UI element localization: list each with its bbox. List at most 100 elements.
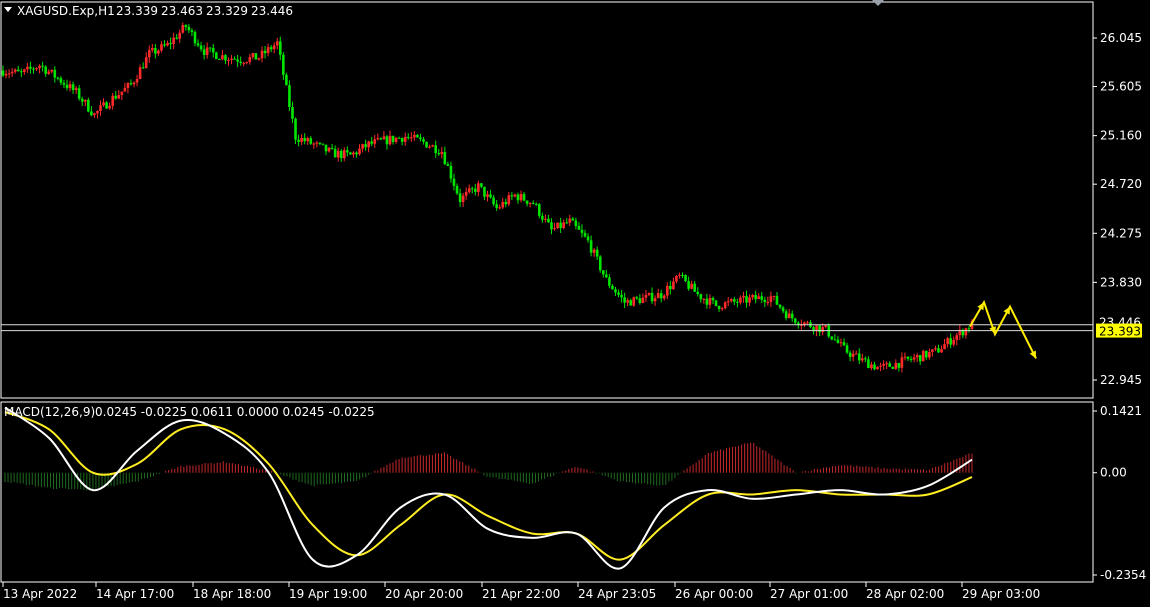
candle[interactable]: [586, 233, 590, 243]
candle[interactable]: [894, 359, 898, 370]
candle[interactable]: [251, 52, 255, 60]
candle[interactable]: [272, 42, 276, 54]
candle[interactable]: [952, 336, 956, 347]
candle[interactable]: [921, 349, 925, 362]
candle[interactable]: [650, 287, 654, 304]
candle[interactable]: [53, 66, 57, 83]
candle[interactable]: [35, 67, 38, 71]
candle[interactable]: [245, 61, 249, 65]
candle[interactable]: [531, 200, 535, 205]
candle[interactable]: [583, 229, 587, 238]
candle[interactable]: [940, 345, 943, 353]
candle[interactable]: [608, 273, 611, 289]
candle[interactable]: [882, 360, 885, 370]
candle[interactable]: [565, 218, 569, 224]
candle[interactable]: [778, 304, 782, 310]
candle[interactable]: [879, 362, 882, 372]
candle[interactable]: [924, 350, 928, 360]
candle[interactable]: [13, 68, 17, 74]
candle[interactable]: [571, 216, 575, 221]
candle[interactable]: [464, 187, 468, 200]
candle[interactable]: [736, 298, 739, 308]
candle[interactable]: [422, 136, 425, 145]
candle[interactable]: [467, 184, 471, 194]
candle[interactable]: [187, 23, 191, 34]
candle[interactable]: [56, 76, 60, 81]
candle[interactable]: [38, 64, 41, 74]
candle[interactable]: [178, 29, 182, 44]
candle[interactable]: [739, 295, 742, 305]
candle[interactable]: [961, 328, 965, 339]
candle[interactable]: [263, 45, 267, 59]
candle[interactable]: [824, 325, 828, 329]
candle[interactable]: [912, 353, 916, 363]
candle[interactable]: [291, 101, 294, 124]
candle[interactable]: [513, 193, 517, 198]
candle[interactable]: [787, 309, 791, 319]
candle[interactable]: [336, 147, 340, 162]
candle[interactable]: [352, 151, 355, 158]
candle[interactable]: [492, 194, 495, 207]
candle[interactable]: [781, 305, 785, 314]
candle[interactable]: [349, 151, 352, 155]
candle[interactable]: [431, 144, 434, 147]
candle[interactable]: [605, 269, 608, 278]
candle[interactable]: [397, 136, 401, 139]
candle[interactable]: [233, 56, 236, 60]
candle[interactable]: [943, 338, 946, 350]
macd-signal-line[interactable]: [4, 410, 973, 561]
candle[interactable]: [669, 280, 672, 295]
candle[interactable]: [41, 61, 44, 72]
candle[interactable]: [525, 200, 529, 207]
macd-main-line[interactable]: [4, 406, 973, 570]
candle[interactable]: [861, 353, 864, 363]
candle[interactable]: [71, 81, 75, 94]
candle[interactable]: [577, 222, 581, 230]
candle[interactable]: [181, 22, 185, 34]
candle[interactable]: [90, 106, 93, 117]
candle[interactable]: [163, 40, 166, 48]
candle[interactable]: [117, 90, 121, 100]
candle[interactable]: [208, 47, 212, 53]
candle[interactable]: [236, 54, 239, 68]
candle[interactable]: [105, 100, 108, 109]
candle[interactable]: [361, 143, 364, 153]
candle[interactable]: [452, 173, 456, 191]
candle[interactable]: [227, 57, 230, 66]
candle[interactable]: [662, 294, 666, 301]
candle[interactable]: [306, 136, 310, 145]
candle[interactable]: [282, 52, 285, 81]
candle[interactable]: [760, 292, 764, 303]
candle[interactable]: [720, 306, 724, 312]
candle[interactable]: [775, 292, 779, 306]
candle[interactable]: [693, 280, 697, 292]
candle[interactable]: [918, 354, 922, 365]
candle[interactable]: [151, 43, 154, 53]
candle[interactable]: [199, 41, 203, 52]
candle[interactable]: [132, 81, 136, 88]
candle[interactable]: [120, 91, 124, 101]
candle[interactable]: [510, 192, 514, 200]
candle[interactable]: [391, 135, 395, 145]
candle[interactable]: [641, 293, 645, 304]
candle[interactable]: [230, 54, 233, 65]
candle[interactable]: [257, 57, 261, 61]
candle[interactable]: [489, 189, 492, 199]
price-pane[interactable]: [1, 22, 1093, 373]
candle[interactable]: [416, 133, 419, 138]
candle[interactable]: [906, 356, 910, 361]
candle[interactable]: [949, 333, 952, 348]
candle[interactable]: [623, 292, 626, 309]
candle[interactable]: [29, 61, 32, 74]
candle[interactable]: [705, 293, 709, 309]
candle[interactable]: [644, 289, 648, 302]
candle[interactable]: [62, 79, 66, 89]
candle[interactable]: [218, 58, 221, 60]
candle[interactable]: [708, 294, 712, 309]
candle[interactable]: [342, 147, 346, 162]
candle[interactable]: [729, 298, 733, 303]
candle[interactable]: [300, 134, 303, 145]
candle[interactable]: [553, 222, 556, 231]
candle[interactable]: [388, 130, 392, 146]
candle[interactable]: [224, 54, 227, 65]
